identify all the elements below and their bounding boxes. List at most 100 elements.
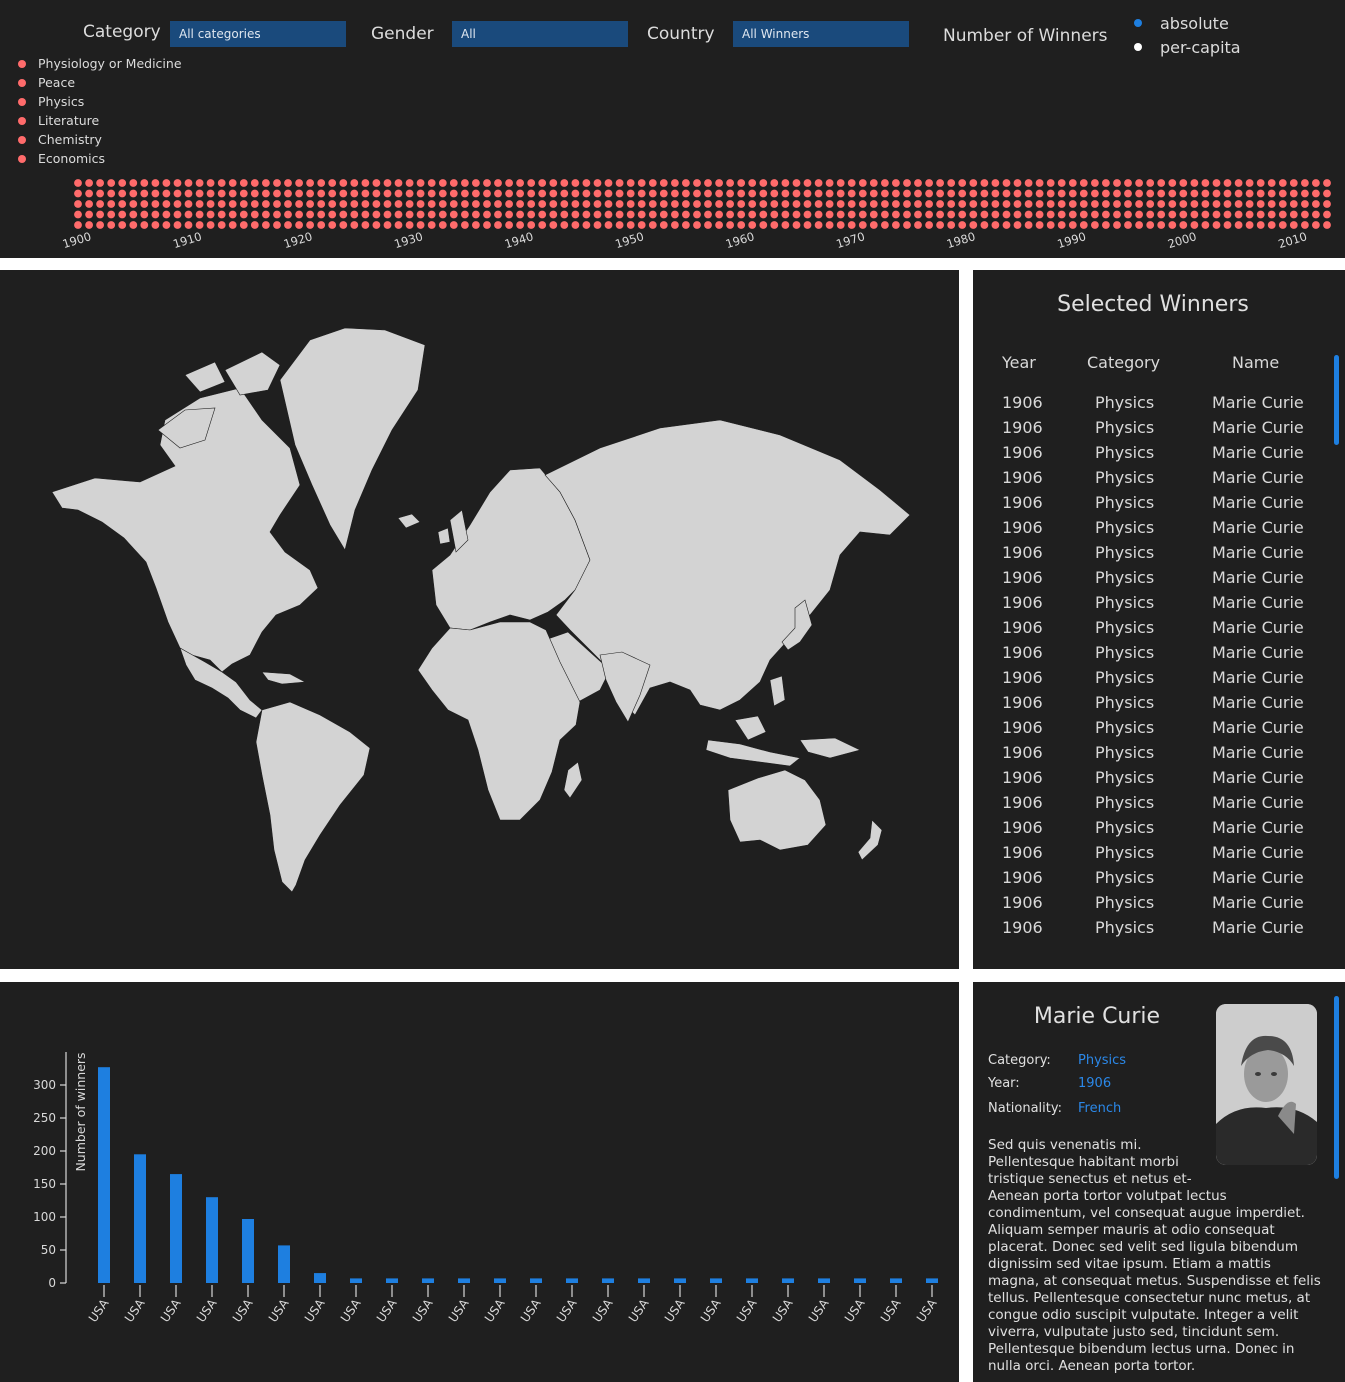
bar[interactable]: [854, 1278, 866, 1283]
bar[interactable]: [530, 1278, 542, 1283]
table-row[interactable]: 1906 Physics Marie Curie: [973, 743, 1333, 768]
table-row[interactable]: 1906 Physics Marie Curie: [973, 793, 1333, 818]
table-row[interactable]: 1906 Physics Marie Curie: [973, 618, 1333, 643]
category-value[interactable]: Physics: [1078, 1053, 1126, 1068]
bar[interactable]: [98, 1067, 110, 1283]
bar[interactable]: [602, 1278, 614, 1283]
winner-dot: [1245, 200, 1254, 208]
column-header-year[interactable]: Year: [1002, 353, 1036, 372]
x-tick-label: USA: [122, 1296, 148, 1325]
country-shape-new-zealand[interactable]: [857, 819, 883, 861]
legend-item[interactable]: Peace: [18, 74, 182, 93]
table-row[interactable]: 1906 Physics Marie Curie: [973, 818, 1333, 843]
winner-dot: [1046, 221, 1055, 229]
bar[interactable]: [494, 1278, 506, 1283]
winner-dot: [262, 210, 270, 219]
world-map[interactable]: [0, 270, 959, 969]
winner-dot: [350, 179, 359, 187]
country-shape-philippines[interactable]: [769, 675, 786, 707]
winner-dot: [96, 200, 104, 208]
bar[interactable]: [818, 1278, 830, 1283]
bar[interactable]: [926, 1278, 938, 1283]
per-capita-radio[interactable]: per-capita: [1134, 38, 1241, 57]
table-row[interactable]: 1906 Physics Marie Curie: [973, 593, 1333, 618]
row-category: Physics: [1095, 593, 1155, 612]
bar[interactable]: [422, 1278, 434, 1283]
winner-dot: [593, 210, 602, 219]
winner-dot: [903, 210, 911, 219]
bar[interactable]: [458, 1278, 470, 1283]
winner-dot: [1168, 189, 1177, 198]
winner-dot: [671, 210, 679, 219]
bar[interactable]: [206, 1197, 218, 1283]
country-shape-caribbean[interactable]: [261, 671, 307, 685]
country-shape-australia[interactable]: [727, 769, 827, 851]
legend-item[interactable]: Chemistry: [18, 131, 182, 150]
legend-item[interactable]: Physics: [18, 93, 182, 112]
legend-item[interactable]: Physiology or Medicine: [18, 55, 182, 74]
bar[interactable]: [638, 1278, 650, 1283]
country-select[interactable]: All Winners: [733, 21, 909, 47]
bar[interactable]: [782, 1278, 794, 1283]
nationality-value[interactable]: French: [1078, 1101, 1121, 1116]
bar[interactable]: [674, 1278, 686, 1283]
country-shape-iceland[interactable]: [397, 513, 421, 529]
winner-dot: [162, 189, 171, 198]
bar[interactable]: [350, 1278, 362, 1283]
bar[interactable]: [566, 1278, 578, 1283]
country-shape-south-america[interactable]: [255, 701, 371, 893]
table-row[interactable]: 1906 Physics Marie Curie: [973, 718, 1333, 743]
bar[interactable]: [242, 1219, 254, 1283]
table-row[interactable]: 1906 Physics Marie Curie: [973, 768, 1333, 793]
country-shape-madagascar[interactable]: [563, 761, 583, 799]
bar[interactable]: [386, 1278, 398, 1283]
bar[interactable]: [170, 1174, 182, 1283]
table-row[interactable]: 1906 Physics Marie Curie: [973, 543, 1333, 568]
winner-dot: [1157, 189, 1166, 198]
winners-scrollbar[interactable]: [1334, 355, 1339, 445]
winner-dot: [980, 200, 989, 208]
table-row[interactable]: 1906 Physics Marie Curie: [973, 843, 1333, 868]
column-header-name[interactable]: Name: [1232, 353, 1279, 372]
table-row[interactable]: 1906 Physics Marie Curie: [973, 643, 1333, 668]
bar[interactable]: [314, 1273, 326, 1283]
gender-select[interactable]: All: [452, 21, 628, 47]
table-row[interactable]: 1906 Physics Marie Curie: [973, 668, 1333, 693]
category-select[interactable]: All categories: [170, 21, 346, 47]
table-row[interactable]: 1906 Physics Marie Curie: [973, 393, 1333, 418]
absolute-radio[interactable]: absolute: [1134, 14, 1229, 33]
country-shape-borneo[interactable]: [734, 715, 767, 741]
bar[interactable]: [278, 1245, 290, 1283]
table-row[interactable]: 1906 Physics Marie Curie: [973, 518, 1333, 543]
winner-dot: [1146, 179, 1155, 187]
winner-dot: [118, 179, 127, 187]
country-shape-india[interactable]: [599, 651, 651, 723]
row-name: Marie Curie: [1212, 718, 1304, 737]
table-row[interactable]: 1906 Physics Marie Curie: [973, 893, 1333, 918]
legend-item[interactable]: Literature: [18, 112, 182, 131]
table-row[interactable]: 1906 Physics Marie Curie: [973, 693, 1333, 718]
bar[interactable]: [134, 1154, 146, 1283]
table-row[interactable]: 1906 Physics Marie Curie: [973, 468, 1333, 493]
bar[interactable]: [890, 1278, 902, 1283]
table-row[interactable]: 1906 Physics Marie Curie: [973, 418, 1333, 443]
table-row[interactable]: 1906 Physics Marie Curie: [973, 443, 1333, 468]
bar[interactable]: [710, 1278, 722, 1283]
bar[interactable]: [746, 1278, 758, 1283]
country-shape-arctic-islands[interactable]: [224, 351, 281, 396]
table-row[interactable]: 1906 Physics Marie Curie: [973, 568, 1333, 593]
year-value[interactable]: 1906: [1078, 1076, 1111, 1091]
country-shape-new-guinea[interactable]: [799, 737, 861, 759]
detail-scrollbar[interactable]: [1334, 996, 1339, 1179]
table-row[interactable]: 1906 Physics Marie Curie: [973, 868, 1333, 893]
country-shape-indonesia[interactable]: [705, 739, 801, 767]
column-header-category[interactable]: Category: [1087, 353, 1160, 372]
winner-dot: [626, 210, 635, 219]
table-row[interactable]: 1906 Physics Marie Curie: [973, 918, 1333, 943]
country-shape-arctic-islands[interactable]: [184, 361, 226, 393]
legend-item[interactable]: Economics: [18, 150, 182, 169]
country-shape-africa[interactable]: [417, 621, 581, 821]
table-row[interactable]: 1906 Physics Marie Curie: [973, 493, 1333, 518]
country-shape-ireland[interactable]: [437, 527, 451, 545]
winner-dot: [472, 189, 480, 198]
